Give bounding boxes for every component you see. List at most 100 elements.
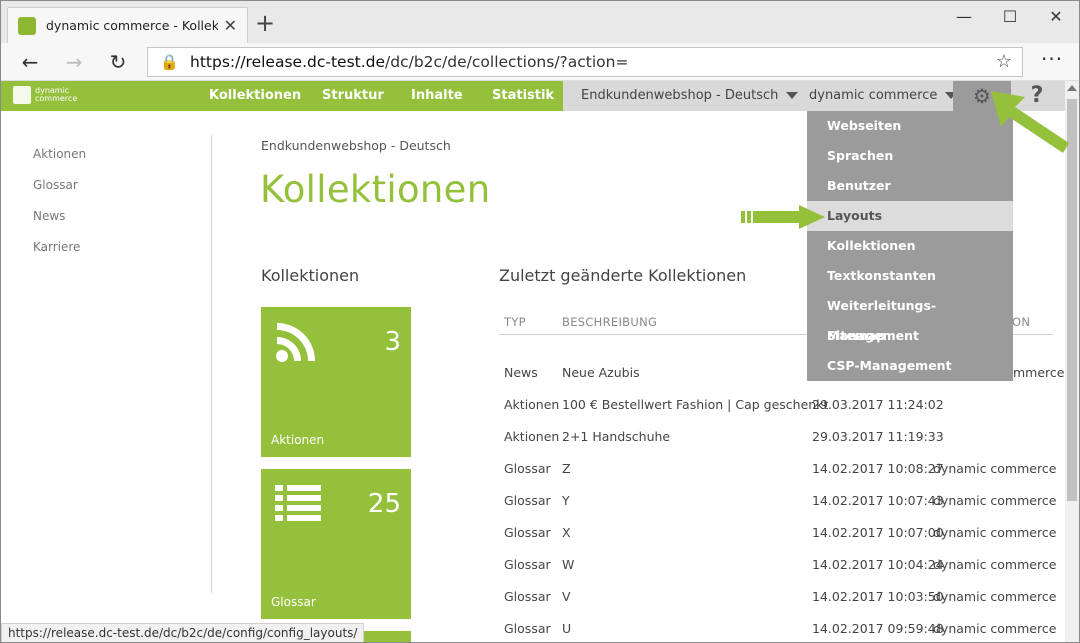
col-header-user: ON <box>1012 315 1031 329</box>
minimize-icon[interactable]: — <box>941 5 987 31</box>
favicon-icon <box>18 16 36 35</box>
cell-user: dynamic commerce <box>933 461 1057 476</box>
nav-kollektionen[interactable]: Kollektionen <box>209 81 301 111</box>
cell-user: mmerce <box>1013 365 1065 380</box>
company-select[interactable]: dynamic commerce <box>809 81 958 111</box>
cell-type: Glossar <box>504 589 551 604</box>
cell-description: V <box>562 589 571 604</box>
logo-text-line2: commerce <box>35 94 78 103</box>
sidebar-item-glossar[interactable]: Glossar <box>33 178 86 209</box>
breadcrumb: Endkundenwebshop - Deutsch <box>261 138 451 153</box>
table-row[interactable]: Glossar Y 14.02.2017 10:07:43 dynamic co… <box>499 493 1059 525</box>
logo[interactable]: dynamic commerce <box>13 86 77 104</box>
cell-date: 29.03.2017 11:24:02 <box>812 397 944 412</box>
table-row[interactable]: Glossar U 14.02.2017 09:59:48 dynamic co… <box>499 621 1059 642</box>
cell-type: Glossar <box>504 621 551 636</box>
vertical-scrollbar[interactable] <box>1065 81 1079 642</box>
maximize-icon[interactable]: ☐ <box>987 5 1033 31</box>
shop-select[interactable]: Endkundenwebshop - Deutsch <box>581 81 799 111</box>
cell-description: Y <box>562 493 570 508</box>
lock-icon: 🔒 <box>160 53 179 71</box>
nav-inhalte[interactable]: Inhalte <box>411 81 463 111</box>
col-header-type: TYP <box>504 315 526 329</box>
nav-struktur[interactable]: Struktur <box>322 81 384 111</box>
url-host: https://release.dc-test.de <box>190 53 386 71</box>
cell-description: 100 € Bestellwert Fashion | Cap geschenk… <box>562 397 829 412</box>
menu-item-textkonstanten[interactable]: Textkonstanten <box>807 261 1013 291</box>
tile-aktionen[interactable]: 3 Aktionen <box>261 307 411 457</box>
company-select-label: dynamic commerce <box>809 88 938 103</box>
address-bar[interactable]: 🔒 https://release.dc-test.de/dc/b2c/de/c… <box>147 47 1023 77</box>
tile-count: 3 <box>384 327 401 357</box>
status-bar-url: https://release.dc-test.de/dc/b2c/de/con… <box>1 623 365 642</box>
tile-glossar[interactable]: 25 Glossar <box>261 469 411 619</box>
cell-date: 14.02.2017 09:59:48 <box>812 621 944 636</box>
cell-description: Z <box>562 461 571 476</box>
more-menu-icon[interactable]: ··· <box>1041 47 1063 71</box>
sidebar-divider <box>211 135 212 593</box>
chevron-down-icon <box>786 92 799 99</box>
cell-description: W <box>562 557 575 572</box>
collections-heading: Kollektionen <box>261 266 360 285</box>
close-window-icon[interactable]: ✕ <box>1033 5 1079 31</box>
logo-text: dynamic commerce <box>35 87 77 103</box>
menu-item-webseiten[interactable]: Webseiten <box>807 111 1013 141</box>
list-icon <box>275 483 323 527</box>
browser-toolbar: ← → ↻ 🔒 https://release.dc-test.de/dc/b2… <box>1 43 1079 81</box>
table-row[interactable]: Glossar W 14.02.2017 10:04:24 dynamic co… <box>499 557 1059 589</box>
cell-user: dynamic commerce <box>933 589 1057 604</box>
cell-type: Glossar <box>504 525 551 540</box>
forward-icon[interactable]: → <box>59 49 89 75</box>
table-row[interactable]: Glossar V 14.02.2017 10:03:50 dynamic co… <box>499 589 1059 621</box>
sidebar: Aktionen Glossar News Karriere <box>33 147 86 271</box>
col-header-description: BESCHREIBUNG <box>562 315 658 329</box>
menu-item-benutzer[interactable]: Benutzer <box>807 171 1013 201</box>
pointer-arrow-up-left-icon <box>991 91 1069 153</box>
table-row[interactable]: Aktionen 2+1 Handschuhe 29.03.2017 11:19… <box>499 429 1059 461</box>
back-icon[interactable]: ← <box>15 49 45 75</box>
shop-select-label: Endkundenwebshop - Deutsch <box>581 88 779 103</box>
nav-statistik[interactable]: Statistik <box>492 81 554 111</box>
menu-item-sitemap[interactable]: Sitemap <box>807 321 1013 351</box>
rss-icon <box>275 321 317 367</box>
cell-date: 14.02.2017 10:03:50 <box>812 589 944 604</box>
cell-date: 14.02.2017 10:07:00 <box>812 525 944 540</box>
sidebar-item-news[interactable]: News <box>33 209 86 240</box>
new-tab-icon[interactable]: + <box>255 11 275 35</box>
favorite-star-icon[interactable]: ☆ <box>996 51 1012 72</box>
scroll-thumb[interactable] <box>1067 99 1077 501</box>
recent-collections-heading: Zuletzt geänderte Kollektionen <box>499 266 747 285</box>
table-row[interactable]: Aktionen 100 € Bestellwert Fashion | Cap… <box>499 397 1059 429</box>
cell-type: News <box>504 365 538 380</box>
cell-date: 14.02.2017 10:04:24 <box>812 557 944 572</box>
logo-mark-icon <box>13 86 31 104</box>
menu-item-kollektionen[interactable]: Kollektionen <box>807 231 1013 261</box>
sidebar-item-aktionen[interactable]: Aktionen <box>33 147 86 178</box>
browser-tab[interactable]: dynamic commerce - Kollektione ✕ <box>7 7 248 43</box>
table-row[interactable]: Glossar X 14.02.2017 10:07:00 dynamic co… <box>499 525 1059 557</box>
cell-user: dynamic commerce <box>933 557 1057 572</box>
cell-date: 14.02.2017 10:08:27 <box>812 461 944 476</box>
menu-item-csp-management[interactable]: CSP-Management <box>807 351 1013 381</box>
url-path: /dc/b2c/de/collections/?action= <box>385 53 629 71</box>
menu-item-sprachen[interactable]: Sprachen <box>807 141 1013 171</box>
tile-label: Aktionen <box>271 433 325 447</box>
cell-user: dynamic commerce <box>933 493 1057 508</box>
refresh-icon[interactable]: ↻ <box>103 49 133 75</box>
cell-description: Neue Azubis <box>562 365 640 380</box>
cell-type: Glossar <box>504 461 551 476</box>
sidebar-item-karriere[interactable]: Karriere <box>33 240 86 271</box>
cell-description: 2+1 Handschuhe <box>562 429 671 444</box>
tab-strip: dynamic commerce - Kollektione ✕ + — ☐ ✕ <box>1 1 1079 43</box>
menu-item-layouts[interactable]: Layouts <box>807 201 1013 231</box>
cell-type: Glossar <box>504 557 551 572</box>
close-tab-icon[interactable]: ✕ <box>224 16 237 35</box>
cell-user: dynamic commerce <box>933 525 1057 540</box>
cell-date: 29.03.2017 11:19:33 <box>812 429 944 444</box>
table-row[interactable]: Glossar Z 14.02.2017 10:08:27 dynamic co… <box>499 461 1059 493</box>
gear-icon: ⚙ <box>973 84 991 108</box>
page-title: Kollektionen <box>260 168 491 211</box>
settings-menu: Webseiten Sprachen Benutzer Layouts Koll… <box>807 111 1013 381</box>
cell-user: dynamic commerce <box>933 621 1057 636</box>
menu-item-weiterleitungs-management[interactable]: Weiterleitungs-Management <box>807 291 1013 343</box>
